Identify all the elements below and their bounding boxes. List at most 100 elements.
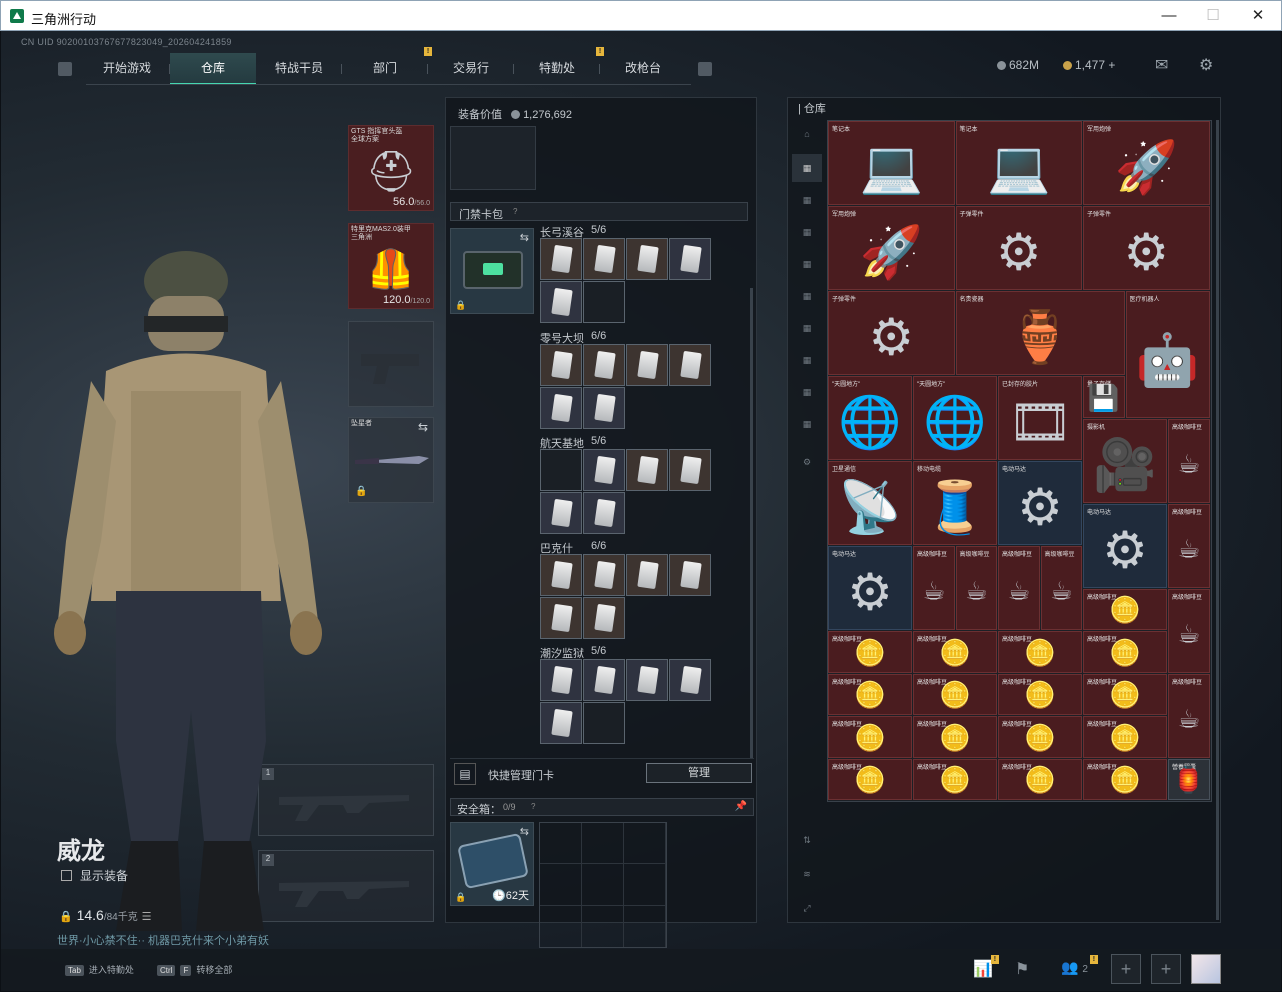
settings-gear-icon[interactable]: ⚙: [1199, 55, 1213, 75]
warehouse-item[interactable]: 高级咖啡豆 🪙: [998, 716, 1082, 758]
warehouse-item[interactable]: 名贵瓷器 🏺: [955, 291, 1125, 375]
keycard-slot[interactable]: [583, 281, 625, 323]
warehouse-scrollbar[interactable]: [1216, 120, 1219, 920]
warehouse-item[interactable]: 笔记本 💻: [955, 121, 1082, 205]
help-icon[interactable]: ?: [513, 207, 517, 216]
keycard-slot[interactable]: [669, 554, 711, 596]
keycard-slot[interactable]: [540, 702, 582, 744]
player-avatar[interactable]: [1191, 954, 1221, 984]
warehouse-item[interactable]: 高级咖啡豆 🪙: [828, 758, 912, 800]
tab-shortcut[interactable]: Tab 进入特勤处: [65, 963, 134, 976]
warehouse-item[interactable]: 电动马达 ⚙: [828, 546, 912, 630]
warehouse-item[interactable]: 军用炮弹 🚀: [828, 206, 955, 290]
warehouse-item[interactable]: 高级咖啡豆 🪙: [998, 631, 1082, 673]
coupon-balance[interactable]: 1,477 +: [1063, 58, 1115, 72]
warehouse-item[interactable]: 高级咖啡豆 🪙: [828, 716, 912, 758]
tab-gunsmith[interactable]: 改枪台: [600, 53, 686, 85]
manage-button[interactable]: 管理: [646, 763, 752, 783]
armor-slot[interactable]: 特里克MAS2.0装甲 三角洲 🦺 120.0/120.0: [348, 223, 434, 309]
safebox-slot[interactable]: ⇆ 🔒 🕒62天: [450, 822, 534, 906]
keycard-slot[interactable]: [669, 449, 711, 491]
tab-special-ops[interactable]: 特勤处!: [514, 47, 604, 85]
add-teammate-button[interactable]: +: [1151, 954, 1181, 984]
keycard-slot[interactable]: [669, 659, 711, 701]
warehouse-tab-5-icon[interactable]: ▦: [792, 282, 822, 310]
keycard-slot[interactable]: [583, 449, 625, 491]
warehouse-item[interactable]: 高级咖啡豆 🪙: [913, 673, 997, 715]
keycard-slot[interactable]: [540, 344, 582, 386]
keycard-slot[interactable]: [583, 659, 625, 701]
warehouse-item[interactable]: 高级咖啡豆 ☕: [1168, 588, 1210, 673]
keycard-slot[interactable]: [583, 344, 625, 386]
stats-chart-icon[interactable]: 📊!: [973, 955, 999, 979]
keycard-slot[interactable]: [626, 554, 668, 596]
swap-icon[interactable]: ⇆: [520, 231, 529, 244]
keycard-slot[interactable]: [540, 597, 582, 639]
warehouse-tab-7-icon[interactable]: ▦: [792, 346, 822, 374]
warehouse-item[interactable]: 电动马达 ⚙: [998, 461, 1082, 545]
warehouse-item[interactable]: 高级咖啡豆 🪙: [828, 631, 912, 673]
warehouse-item[interactable]: 医疗机器人 🤖: [1125, 291, 1210, 418]
warehouse-item[interactable]: 高级咖啡豆 🪙: [1083, 716, 1167, 758]
add-teammate-button[interactable]: +: [1111, 954, 1141, 984]
add-coupon-icon[interactable]: +: [1108, 58, 1115, 72]
keycard-slot[interactable]: [583, 702, 625, 744]
warehouse-item[interactable]: 卫星通信 📡: [828, 461, 912, 545]
checkbox-icon[interactable]: [61, 870, 72, 881]
keycard-slot[interactable]: [583, 597, 625, 639]
warehouse-item[interactable]: "天圆地方" 🌐: [913, 376, 997, 460]
warehouse-item[interactable]: 高级咖啡豆 🪙: [1083, 673, 1167, 715]
warehouse-item[interactable]: 高级咖啡豆 ☕: [1168, 503, 1210, 588]
warehouse-item[interactable]: 高级咖啡豆 🪙: [1083, 588, 1167, 630]
warehouse-item[interactable]: 營養膠囊 🏮: [1168, 758, 1210, 800]
keycard-slot[interactable]: [540, 238, 582, 280]
swap-icon[interactable]: ⇆: [520, 825, 529, 838]
tab-trade[interactable]: 交易行: [428, 53, 514, 85]
warehouse-item[interactable]: 军用炮弹 🚀: [1083, 121, 1210, 205]
warehouse-item[interactable]: 子弹零件 ⚙: [1083, 206, 1210, 290]
tab-warehouse[interactable]: 仓库: [170, 53, 256, 85]
warehouse-item[interactable]: 高级咖啡豆 ☕: [1040, 546, 1082, 630]
warehouse-item[interactable]: 量子存储 💾: [1083, 376, 1125, 418]
scrollbar[interactable]: [750, 288, 753, 758]
keycard-slot[interactable]: [669, 238, 711, 280]
flag-icon[interactable]: ⚑: [1015, 959, 1029, 979]
list-icon[interactable]: ☰: [142, 911, 152, 923]
show-gear-toggle[interactable]: 显示装备: [61, 867, 128, 884]
warehouse-item[interactable]: 高级咖啡豆 🪙: [913, 631, 997, 673]
warehouse-item[interactable]: 子弹零件 ⚙: [828, 291, 955, 375]
keycard-slot[interactable]: [626, 344, 668, 386]
warehouse-item[interactable]: 高级咖啡豆 🪙: [1083, 758, 1167, 800]
warehouse-item[interactable]: 移动电缆 🧵: [913, 461, 997, 545]
warehouse-item[interactable]: 笔记本 💻: [828, 121, 955, 205]
warehouse-tab-8-icon[interactable]: ▦: [792, 378, 822, 406]
warehouse-item[interactable]: 电动马达 ⚙: [1083, 503, 1167, 588]
squad-icon[interactable]: 👥 2!: [1061, 955, 1098, 976]
warehouse-tab-4-icon[interactable]: ▦: [792, 250, 822, 278]
warehouse-item[interactable]: 子弹零件 ⚙: [955, 206, 1082, 290]
keycard-slot[interactable]: [626, 659, 668, 701]
warehouse-item[interactable]: 高级咖啡豆 🪙: [998, 673, 1082, 715]
warehouse-item[interactable]: 高级咖啡豆 ☕: [913, 546, 955, 630]
keycard-slot[interactable]: [583, 238, 625, 280]
warehouse-tab-1-icon[interactable]: ▦: [792, 154, 822, 182]
warehouse-item[interactable]: 摄影机 🎥: [1083, 418, 1167, 503]
pistol-slot[interactable]: [348, 321, 434, 407]
warehouse-tab-6-icon[interactable]: ▦: [792, 314, 822, 342]
help-icon[interactable]: ?: [531, 802, 535, 811]
nav-prev-icon[interactable]: [58, 62, 72, 76]
hafcoin-balance[interactable]: 682M: [997, 58, 1039, 72]
warehouse-item[interactable]: 高级咖啡豆 ☕: [955, 546, 997, 630]
maximize-button[interactable]: ☐: [1199, 6, 1227, 26]
keycard-slot[interactable]: [540, 659, 582, 701]
warehouse-tab-9-icon[interactable]: ▦: [792, 410, 822, 438]
keycard-slot[interactable]: [540, 554, 582, 596]
tab-operators[interactable]: 特战干员: [256, 53, 342, 85]
keycard-slot[interactable]: [626, 238, 668, 280]
safebox-grid[interactable]: [539, 822, 667, 948]
keycard-slot[interactable]: [540, 492, 582, 534]
keycard-slot[interactable]: [540, 281, 582, 323]
warehouse-item[interactable]: 高级咖啡豆 🪙: [913, 716, 997, 758]
warehouse-item[interactable]: 高级咖啡豆 ☕: [1168, 418, 1210, 503]
mail-icon[interactable]: ✉: [1155, 55, 1168, 75]
